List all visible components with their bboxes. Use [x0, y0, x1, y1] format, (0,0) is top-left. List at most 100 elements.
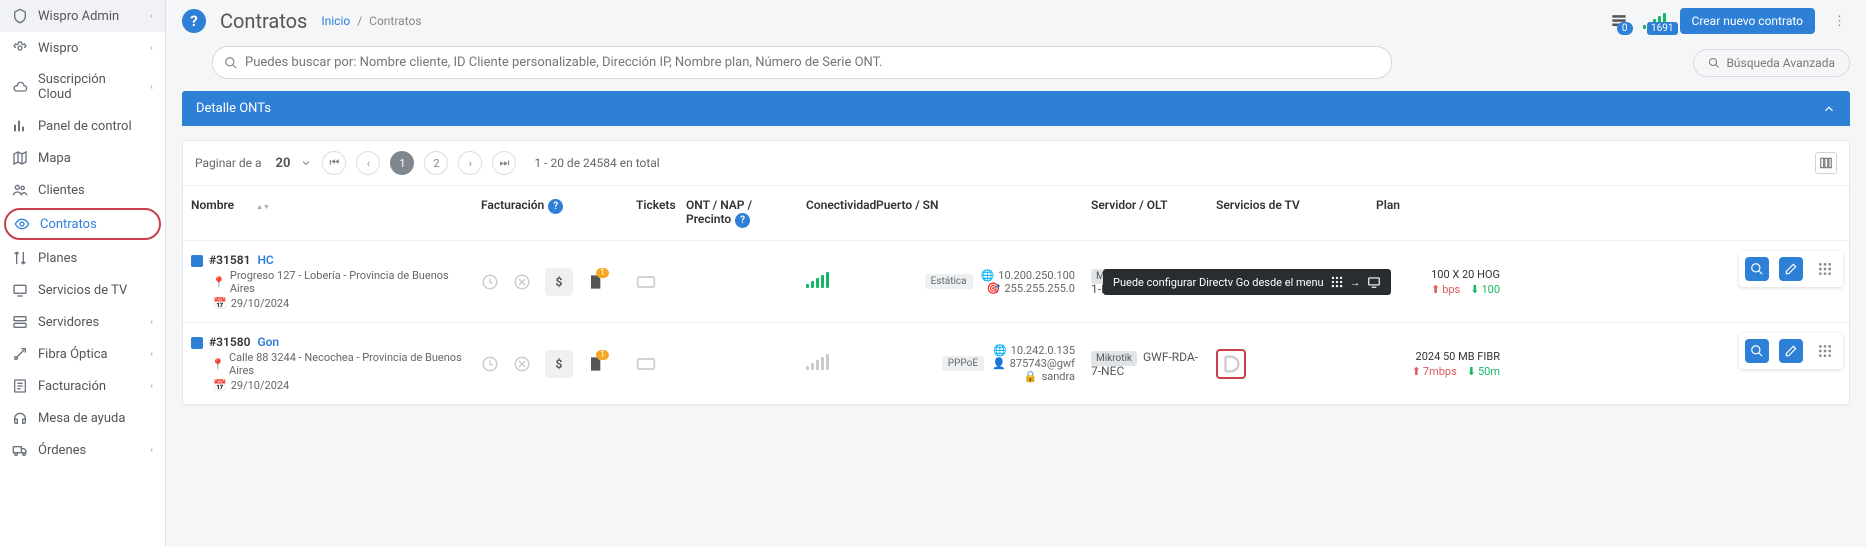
- pager-first-button[interactable]: ⏮: [322, 151, 346, 175]
- document-icon[interactable]: 1: [587, 272, 603, 292]
- sidebar-item-contratos[interactable]: Contratos: [4, 208, 161, 240]
- sidebar-item-servidores[interactable]: Servidores ‹: [0, 306, 165, 338]
- truck-icon: [12, 442, 28, 458]
- sidebar-item-suscripcion[interactable]: Suscripción Cloud ‹: [0, 64, 165, 110]
- sidebar-item-tv[interactable]: Servicios de TV: [0, 274, 165, 306]
- sidebar-item-label: Suscripción Cloud: [38, 72, 140, 102]
- sidebar-item-ordenes[interactable]: Órdenes ‹: [0, 434, 165, 466]
- server-icon: [12, 314, 28, 330]
- connections-indicator[interactable]: 1691: [1643, 13, 1666, 29]
- th-tv[interactable]: Servicios de TV: [1208, 194, 1368, 232]
- calendar-icon: 📅: [213, 379, 227, 392]
- th-tickets[interactable]: Tickets: [628, 194, 678, 232]
- breadcrumb-home[interactable]: Inicio: [321, 14, 350, 28]
- clock-icon: [481, 355, 499, 373]
- chevron-left-icon: ‹: [150, 381, 153, 392]
- billing-button[interactable]: $: [545, 268, 573, 296]
- queue-icon[interactable]: 0: [1609, 11, 1629, 31]
- arrows-icon: [12, 250, 28, 266]
- sidebar-item-label: Órdenes: [38, 443, 140, 458]
- cancel-icon: [513, 273, 531, 291]
- table-row: #31581 HC 📍Progreso 127 - Lobería - Prov…: [183, 241, 1849, 323]
- edit-button[interactable]: [1779, 257, 1803, 281]
- connection-tag: PPPoE: [942, 356, 984, 371]
- chevron-left-icon: ‹: [150, 43, 153, 54]
- sidebar-item-label: Clientes: [38, 183, 153, 198]
- more-menu-icon[interactable]: ⋮: [1829, 14, 1850, 29]
- th-plan[interactable]: Plan: [1368, 194, 1508, 232]
- sidebar-item-fibra[interactable]: Fibra Óptica ‹: [0, 338, 165, 370]
- sidebar-item-label: Facturación: [38, 379, 140, 394]
- upload-speed: ⬆bps: [1431, 283, 1460, 296]
- table-row: #31580 Gon 📍Calle 88 3244 - Necochea - P…: [183, 323, 1849, 405]
- th-nombre[interactable]: Nombre ▲▼: [183, 194, 473, 232]
- pager-size: 20: [276, 156, 291, 171]
- pager-label: Paginar de a: [195, 156, 262, 170]
- globe-icon: 🌐: [993, 344, 1007, 357]
- contract-address: Progreso 127 - Lobería - Provincia de Bu…: [230, 269, 465, 295]
- ticket-icon: [636, 357, 670, 371]
- sidebar-item-label: Mesa de ayuda: [38, 411, 153, 426]
- th-puerto[interactable]: Puerto / SN: [868, 194, 1083, 232]
- directv-icon[interactable]: [1216, 349, 1246, 379]
- th-servidor[interactable]: Servidor / OLT: [1083, 194, 1208, 232]
- th-conectividad[interactable]: Conectividad: [798, 194, 868, 232]
- sidebar-item-planes[interactable]: Planes: [0, 242, 165, 274]
- ticket-icon: [636, 275, 670, 289]
- chart-icon: [12, 118, 28, 134]
- grid-menu-button[interactable]: [1813, 257, 1837, 281]
- contract-name-link[interactable]: HC: [257, 253, 273, 267]
- advanced-search-button[interactable]: Búsqueda Avanzada: [1693, 49, 1850, 77]
- search-input[interactable]: [212, 46, 1392, 79]
- sidebar-item-clientes[interactable]: Clientes: [0, 174, 165, 206]
- contract-name-link[interactable]: Gon: [257, 335, 279, 349]
- netmask: 255.255.255.0: [1004, 282, 1075, 295]
- search-row: Búsqueda Avanzada: [166, 42, 1866, 91]
- help-icon[interactable]: ?: [182, 9, 206, 33]
- sidebar-item-mesa[interactable]: Mesa de ayuda: [0, 402, 165, 434]
- chevron-left-icon: ‹: [150, 445, 153, 456]
- sidebar-item-facturacion[interactable]: Facturación ‹: [0, 370, 165, 402]
- status-indicator: [191, 255, 203, 267]
- view-button[interactable]: [1745, 257, 1769, 281]
- pager-size-dropdown[interactable]: [300, 157, 312, 169]
- edit-button[interactable]: [1779, 339, 1803, 363]
- pager-last-button[interactable]: ⏭: [492, 151, 516, 175]
- contract-id: #31581: [209, 253, 250, 267]
- pager-next-button[interactable]: ›: [458, 151, 482, 175]
- page-title: Contratos: [220, 9, 307, 33]
- chevron-left-icon: ‹: [150, 11, 153, 22]
- main-content: ? Contratos Inicio / Contratos 0 1691 Cr…: [166, 0, 1866, 547]
- globe-icon: 🌐: [981, 269, 995, 282]
- sidebar-item-wispro[interactable]: Wispro ‹: [0, 32, 165, 64]
- calendar-icon: 📅: [213, 297, 227, 310]
- view-button[interactable]: [1745, 339, 1769, 363]
- arrow-right-icon: →: [1350, 276, 1361, 289]
- sidebar-item-label: Wispro Admin: [38, 9, 140, 24]
- th-ont[interactable]: ONT / NAP / Precinto?: [678, 194, 798, 232]
- tv-icon: [12, 282, 28, 298]
- panel-header[interactable]: Detalle ONTs: [182, 91, 1850, 126]
- status-indicator: [191, 337, 203, 349]
- columns-toggle-button[interactable]: [1815, 152, 1837, 174]
- pager-page-1[interactable]: 1: [390, 151, 414, 175]
- th-facturacion[interactable]: Facturación?: [473, 194, 628, 232]
- sidebar: Wispro Admin ‹ Wispro ‹ Suscripción Clou…: [0, 0, 166, 547]
- clock-icon: [481, 273, 499, 291]
- billing-button[interactable]: $: [545, 350, 573, 378]
- document-icon[interactable]: 1: [587, 354, 603, 374]
- topbar: ? Contratos Inicio / Contratos 0 1691 Cr…: [166, 0, 1866, 42]
- grid-menu-button[interactable]: [1813, 339, 1837, 363]
- sidebar-item-label: Planes: [38, 251, 153, 266]
- advanced-search-label: Búsqueda Avanzada: [1726, 56, 1835, 70]
- pager-page-2[interactable]: 2: [424, 151, 448, 175]
- eye-icon: [14, 216, 30, 232]
- chevron-left-icon: ‹: [150, 317, 153, 328]
- sidebar-item-label: Wispro: [38, 41, 140, 56]
- sidebar-item-wispro-admin[interactable]: Wispro Admin ‹: [0, 0, 165, 32]
- sidebar-item-mapa[interactable]: Mapa: [0, 142, 165, 174]
- headset-icon: [12, 410, 28, 426]
- new-contract-button[interactable]: Crear nuevo contrato: [1680, 8, 1815, 34]
- pager-prev-button[interactable]: ‹: [356, 151, 380, 175]
- sidebar-item-panel[interactable]: Panel de control: [0, 110, 165, 142]
